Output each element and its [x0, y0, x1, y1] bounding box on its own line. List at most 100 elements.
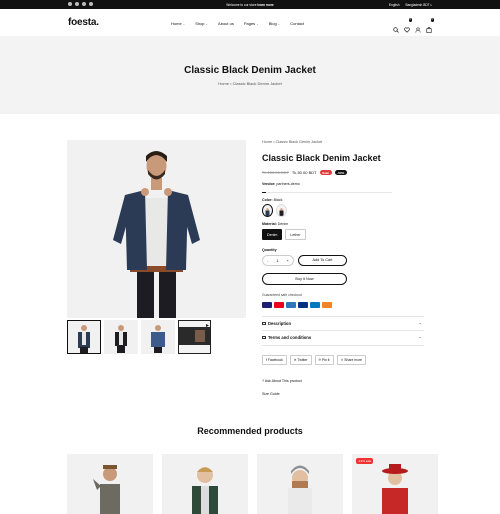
chevron-down-icon: ⌄ [418, 334, 422, 339]
announce-message: Welcome to our store [226, 2, 257, 7]
payment-icons [262, 302, 332, 308]
color-option-label: Color: Black [262, 198, 282, 202]
material-option-denim[interactable]: Denim [262, 229, 283, 240]
sale-price: Tk 50.00 BDT [291, 170, 317, 176]
color-value: Black [273, 198, 283, 202]
add-to-cart-button[interactable]: Add To Cart [298, 255, 347, 266]
nav-label: About us [218, 21, 234, 26]
material-label: Material: [262, 222, 277, 226]
header-actions: 0 0 [393, 18, 434, 33]
material-option-label: Material: Denim [262, 222, 288, 226]
accordion-title: Terms and conditions [268, 335, 312, 340]
learn-more-link[interactable]: learn more [257, 3, 273, 7]
increase-button[interactable]: + [287, 258, 289, 263]
decrease-button[interactable]: - [267, 258, 268, 263]
ask-label: Ask About This product [264, 379, 302, 383]
vendor-line: Vendor: partners-demo [262, 182, 300, 186]
amex-icon [286, 302, 296, 308]
mastercard-icon [274, 302, 284, 308]
nav-item-shop[interactable]: Shop⌄ [195, 21, 208, 26]
search-icon[interactable] [393, 20, 399, 33]
main-nav: Home⌄ Shop⌄ About us Pages⌄ Blog⌄ Contac… [171, 21, 304, 26]
announcement-bar: Welcome to our store learn more English … [0, 0, 500, 9]
nav-label: Contact [290, 21, 305, 26]
discover-icon [322, 302, 332, 308]
accordion-title: Description [268, 321, 292, 326]
share-label: Facebook [267, 358, 283, 362]
product-title: Classic Black Denim Jacket [262, 153, 381, 163]
cart-count-badge: 0 [430, 18, 434, 22]
page-hero: Classic Black Denim Jacket Home • Classi… [0, 36, 500, 114]
question-icon: ? [262, 379, 264, 383]
quantity-value[interactable]: 1 [276, 258, 278, 263]
accordion-description[interactable]: Description ⌄ [262, 316, 424, 331]
safe-checkout-label: Guaranteed safe checkout [262, 293, 302, 297]
material-option-lether[interactable]: Lether [285, 229, 306, 240]
swatch-black[interactable] [262, 204, 273, 217]
thumbnail-2[interactable] [104, 320, 138, 354]
color-swatches [262, 204, 287, 217]
breadcrumb-home-link[interactable]: Home [262, 140, 272, 144]
thumbnail-video[interactable] [178, 320, 211, 354]
nav-item-pages[interactable]: Pages⌄ [244, 21, 259, 26]
language-selector[interactable]: English [389, 3, 399, 9]
ask-about-product-link[interactable]: ? Ask About This product [262, 379, 302, 383]
site-header: foesta. Home⌄ Shop⌄ About us Pages⌄ Blog… [0, 9, 500, 36]
vendor-name[interactable]: partners-demo [276, 182, 299, 186]
material-value: Denim [277, 222, 289, 226]
description-icon [262, 321, 266, 325]
color-label: Color: [262, 198, 273, 202]
buy-now-button[interactable]: Buy it Now [262, 273, 347, 285]
breadcrumb-separator: • [230, 81, 232, 86]
nav-item-about[interactable]: About us [218, 21, 234, 26]
wishlist-count-badge: 0 [408, 18, 412, 22]
material-options: Denim Lether [262, 229, 306, 240]
currency-selector[interactable]: Bangladesh BDT ৳ [405, 3, 432, 9]
terms-icon [262, 335, 266, 339]
product-card[interactable] [162, 454, 248, 514]
cart-icon[interactable]: 0 [426, 18, 434, 33]
locale-selectors: English Bangladesh BDT ৳ [389, 3, 432, 9]
nav-item-contact[interactable]: Contact [290, 21, 304, 26]
share-twitter-button[interactable]: ✕ Twitter [289, 355, 312, 365]
thumbnail-strip [67, 320, 211, 354]
nav-label: Shop [195, 21, 205, 26]
chevron-down-icon: ⌄ [256, 22, 259, 26]
thumbnail-3[interactable] [141, 320, 175, 354]
sale-badge: Sale! [319, 170, 332, 176]
diners-icon [310, 302, 320, 308]
product-info: Home • Classic Black Denim Jacket Classi… [262, 140, 427, 396]
product-card[interactable]: -13% sale [352, 454, 438, 514]
accordion-terms[interactable]: Terms and conditions ⌄ [262, 331, 424, 346]
share-pinterest-button[interactable]: ℗ Pin it [314, 355, 334, 365]
recommended-title: Recommended products [197, 426, 303, 436]
breadcrumb-current: Classic Black Denim Jacket [275, 140, 323, 144]
quantity-stepper[interactable]: - 1 + [262, 255, 294, 266]
price-row: Tk 100.00 BDT Tk 50.00 BDT Sale! -50% [262, 170, 347, 176]
product-main-image[interactable] [67, 140, 246, 318]
logo[interactable]: foesta. [68, 17, 99, 28]
thumbnail-1[interactable] [67, 320, 101, 354]
nav-label: Blog [268, 21, 277, 26]
breadcrumb-current: Classic Black Denim Jacket [232, 81, 282, 86]
product-card[interactable] [257, 454, 343, 514]
size-guide-link[interactable]: Size Guide [262, 392, 280, 396]
share-facebook-button[interactable]: f Facebook [262, 355, 287, 365]
swatch-alt[interactable] [276, 204, 287, 217]
share-buttons: f Facebook ✕ Twitter ℗ Pin it ⇪ Share mo… [262, 355, 367, 365]
nav-item-blog[interactable]: Blog⌄ [269, 21, 281, 26]
vendor-label: Vendor: [262, 182, 276, 186]
nav-item-home[interactable]: Home⌄ [171, 21, 185, 26]
product-breadcrumb: Home • Classic Black Denim Jacket [262, 140, 427, 144]
stock-progress-bar [262, 192, 392, 193]
nav-label: Home [171, 21, 182, 26]
page-title: Classic Black Denim Jacket [184, 65, 316, 76]
product-card[interactable] [67, 454, 153, 514]
discount-badge: -50% [334, 170, 347, 176]
account-icon[interactable] [415, 20, 421, 33]
nav-label: Pages [243, 21, 256, 26]
share-more-button[interactable]: ⇪ Share more [336, 355, 367, 365]
wishlist-icon[interactable]: 0 [404, 18, 412, 33]
breadcrumb-home-link[interactable]: Home [218, 81, 229, 86]
chevron-down-icon: ⌄ [205, 22, 209, 26]
